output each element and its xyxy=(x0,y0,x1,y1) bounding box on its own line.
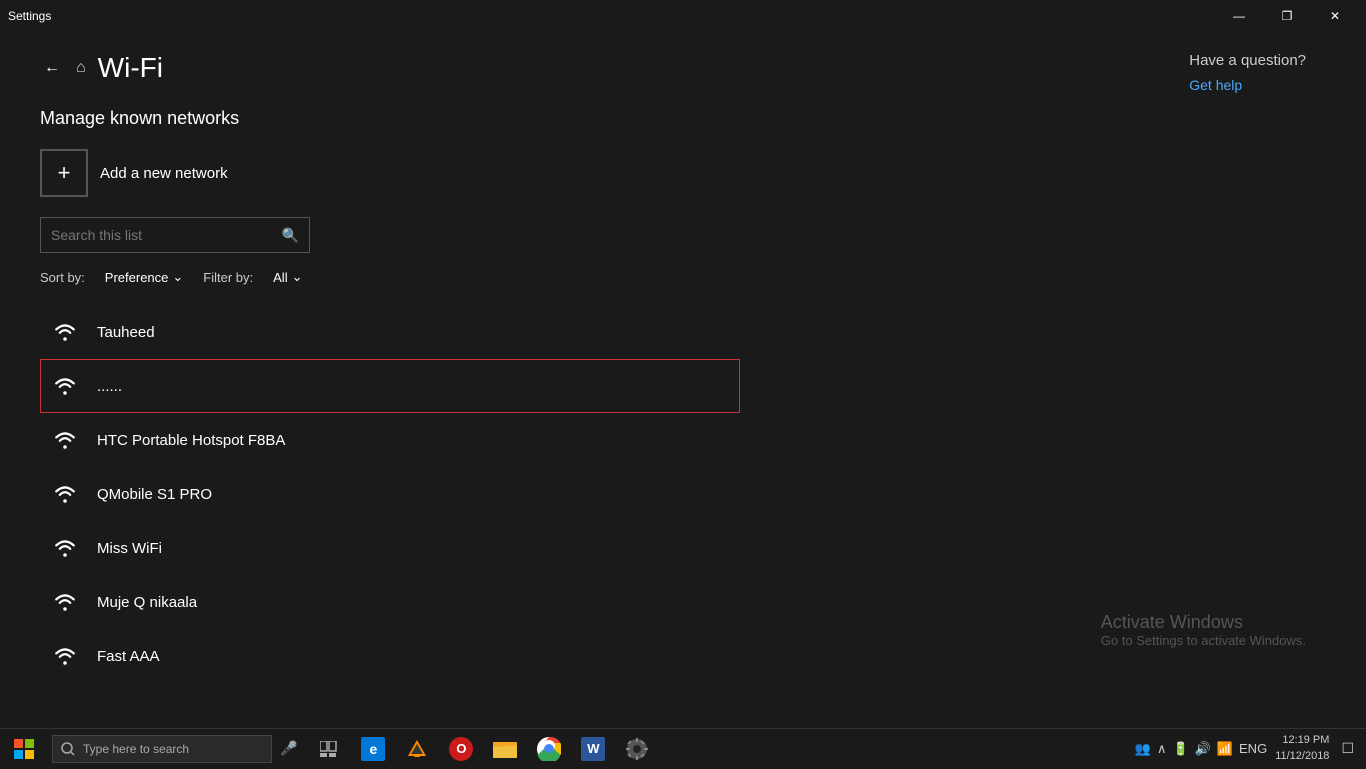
left-panel: ← ⌂ Wi-Fi Manage known networks + Add a … xyxy=(40,52,740,708)
sort-filter-row: Sort by: Preference ⌄ Filter by: All ⌄ xyxy=(40,269,740,285)
start-button[interactable] xyxy=(0,729,48,769)
window-title: Settings xyxy=(8,9,51,23)
maximize-button[interactable]: ❐ xyxy=(1264,0,1310,32)
activate-watermark: Activate Windows Go to Settings to activ… xyxy=(1101,612,1306,648)
taskbar-date-display: 11/12/2018 xyxy=(1275,749,1329,764)
network-item[interactable]: ...... xyxy=(40,359,740,413)
network-item[interactable]: HTC Portable Hotspot F8BA xyxy=(40,413,740,467)
minimize-button[interactable]: — xyxy=(1216,0,1262,32)
filter-label: Filter by: xyxy=(203,270,253,285)
activate-title: Activate Windows xyxy=(1101,612,1306,633)
network-item[interactable]: Miss WiFi xyxy=(40,521,740,575)
right-panel: Have a question? Get help xyxy=(1189,52,1306,95)
taskbar-search-icon xyxy=(61,742,75,756)
close-button[interactable]: ✕ xyxy=(1312,0,1358,32)
sort-chevron-icon: ⌄ xyxy=(172,269,183,285)
windows-logo-icon xyxy=(14,739,34,759)
page-header: ← ⌂ Wi-Fi xyxy=(40,52,740,84)
window-controls: — ❐ ✕ xyxy=(1216,0,1358,32)
taskbar: Type here to search 🎤 e xyxy=(0,728,1366,768)
network-name: QMobile S1 PRO xyxy=(97,486,212,503)
word-icon[interactable]: W xyxy=(573,729,613,769)
search-input[interactable] xyxy=(51,227,282,243)
add-network-button[interactable]: + Add a new network xyxy=(40,149,228,197)
system-tray-icons: 👥 ∧ 🔋 🔊 📶 ENG xyxy=(1135,741,1267,757)
language-indicator[interactable]: ENG xyxy=(1239,741,1267,756)
wifi-signal-icon xyxy=(49,478,81,510)
home-icon[interactable]: ⌂ xyxy=(76,59,86,77)
add-icon: + xyxy=(40,149,88,197)
network-item[interactable]: Fast AAA xyxy=(40,629,740,683)
network-name: ...... xyxy=(97,378,122,395)
network-name: Tauheed xyxy=(97,324,155,341)
activate-subtitle: Go to Settings to activate Windows. xyxy=(1101,633,1306,648)
taskbar-search-placeholder: Type here to search xyxy=(83,742,189,756)
add-network-label: Add a new network xyxy=(100,165,228,182)
edge-icon[interactable]: e xyxy=(353,729,393,769)
chrome-icon[interactable] xyxy=(529,729,569,769)
filter-chevron-icon: ⌄ xyxy=(292,269,303,285)
wifi-signal-icon xyxy=(49,532,81,564)
network-name: Fast AAA xyxy=(97,648,160,665)
main-content: ← ⌂ Wi-Fi Manage known networks + Add a … xyxy=(0,32,1366,728)
battery-icon[interactable]: 🔋 xyxy=(1172,741,1188,757)
opera-icon[interactable]: O xyxy=(441,729,481,769)
wifi-signal-icon xyxy=(49,586,81,618)
filter-value-button[interactable]: All ⌄ xyxy=(273,269,302,285)
search-icon: 🔍 xyxy=(282,227,299,244)
back-button[interactable]: ← xyxy=(40,55,64,81)
get-help-link[interactable]: Get help xyxy=(1189,77,1242,93)
task-view-icon[interactable] xyxy=(309,729,349,769)
vlc-icon[interactable] xyxy=(397,729,437,769)
network-icon[interactable]: 📶 xyxy=(1217,741,1233,757)
network-item[interactable]: Tauheed xyxy=(40,305,740,359)
wifi-signal-icon xyxy=(49,370,81,402)
sort-label: Sort by: xyxy=(40,270,85,285)
title-bar: Settings — ❐ ✕ xyxy=(0,0,1366,32)
network-name: HTC Portable Hotspot F8BA xyxy=(97,432,285,449)
search-box: 🔍 xyxy=(40,217,310,253)
network-list: Tauheed ...... HTC Portable Hotspot F8BA… xyxy=(40,305,740,683)
settings-app-icon[interactable] xyxy=(617,729,657,769)
network-item[interactable]: QMobile S1 PRO xyxy=(40,467,740,521)
taskbar-time-display: 12:19 PM xyxy=(1275,733,1329,748)
file-explorer-icon[interactable] xyxy=(485,729,525,769)
taskbar-app-icons: e O xyxy=(309,729,657,769)
sort-value-button[interactable]: Preference ⌄ xyxy=(105,269,184,285)
wifi-signal-icon xyxy=(49,424,81,456)
notification-icon[interactable]: ☐ xyxy=(1337,736,1358,761)
network-name: Miss WiFi xyxy=(97,540,162,557)
taskbar-search[interactable]: Type here to search xyxy=(52,735,272,763)
page-title: Wi-Fi xyxy=(98,52,163,84)
people-icon[interactable]: 👥 xyxy=(1135,741,1151,757)
taskbar-clock[interactable]: 12:19 PM 11/12/2018 xyxy=(1275,733,1329,764)
wifi-signal-icon xyxy=(49,640,81,672)
volume-icon[interactable]: 🔊 xyxy=(1195,741,1211,757)
network-item[interactable]: Muje Q nikaala xyxy=(40,575,740,629)
wifi-signal-icon xyxy=(49,316,81,348)
taskbar-right: 👥 ∧ 🔋 🔊 📶 ENG 12:19 PM 11/12/2018 ☐ xyxy=(1135,733,1366,764)
help-title: Have a question? xyxy=(1189,52,1306,69)
microphone-icon[interactable]: 🎤 xyxy=(276,736,301,761)
tray-expand-icon[interactable]: ∧ xyxy=(1157,741,1167,757)
section-heading: Manage known networks xyxy=(40,108,740,129)
network-name: Muje Q nikaala xyxy=(97,594,197,611)
